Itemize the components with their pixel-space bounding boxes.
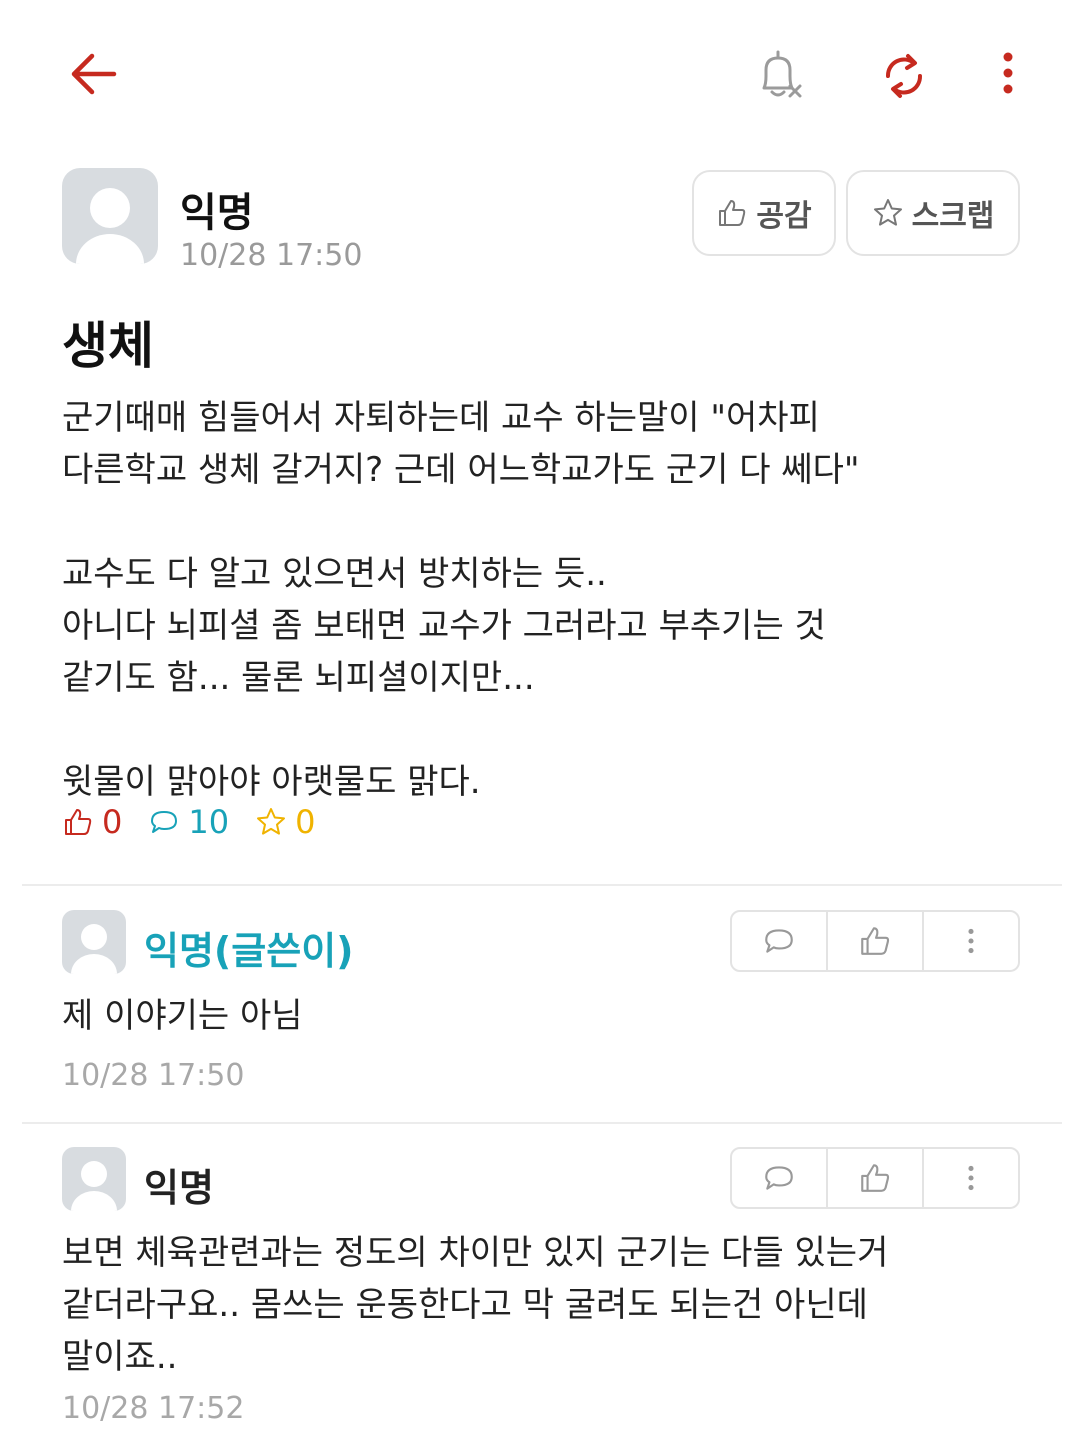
like-count: 0 (62, 803, 122, 841)
divider (22, 884, 1062, 886)
comment-text-line: 말이죠.. (62, 1337, 178, 1377)
like-count-value: 0 (102, 803, 123, 841)
scrap-button[interactable]: 스크랩 (846, 170, 1020, 256)
comment-time: 10/28 17:50 (62, 1058, 245, 1093)
comment-text: 보면 체육관련과는 정도의 차이만 있지 군기는 다들 있는거 같더라구요.. … (62, 1227, 1022, 1383)
scrap-count: 0 (255, 803, 315, 841)
post-body-line (62, 704, 1022, 756)
more-vertical-icon (968, 1165, 974, 1191)
star-icon (257, 808, 286, 835)
comment-actions (730, 910, 1020, 972)
comment-item: 익명(글쓴이) 제 이야기는 아님 10/28 17:50 (62, 910, 1022, 1100)
comment-author: 익명(글쓴이) (144, 929, 354, 973)
comment-text-line: 제 이야기는 아님 (62, 996, 303, 1036)
reply-button[interactable] (732, 912, 828, 970)
speech-bubble-icon (765, 1166, 793, 1190)
divider (22, 1122, 1062, 1124)
avatar (62, 1147, 126, 1211)
thumbs-up-icon (861, 1164, 890, 1192)
reply-button[interactable] (732, 1149, 828, 1207)
refresh-icon[interactable] (874, 46, 934, 106)
top-bar (0, 0, 1084, 140)
comment-text: 제 이야기는 아님 (62, 990, 1022, 1042)
more-vertical-icon[interactable] (988, 44, 1028, 104)
star-icon (873, 199, 902, 226)
arrow-left-icon[interactable] (62, 44, 126, 104)
post-body-line: 다른학교 생체 갈거지? 근데 어느학교가도 군기 다 쎄다" (62, 450, 860, 490)
comment-like-button[interactable] (828, 912, 924, 970)
post-body-line: 교수도 다 알고 있으면서 방치하는 듯.. (62, 554, 607, 594)
comment-more-button[interactable] (924, 1149, 1018, 1207)
comment-text-line: 같더라구요.. 몸쓰는 운동한다고 막 굴려도 되는건 아닌데 (62, 1285, 868, 1325)
user-silhouette-icon (76, 188, 144, 264)
post-time: 10/28 17:50 (180, 238, 363, 273)
comment-like-button[interactable] (828, 1149, 924, 1207)
user-silhouette-icon (71, 1161, 117, 1211)
thumbs-up-icon (719, 200, 746, 226)
post-stats: 0 10 0 (62, 800, 341, 844)
thumbs-up-icon (65, 809, 92, 835)
post-header: 익명 10/28 17:50 공감 스크랩 (62, 168, 1022, 278)
comment-actions (730, 1147, 1020, 1209)
thumbs-up-icon (861, 927, 890, 955)
scrap-count-value: 0 (295, 803, 316, 841)
post-author: 익명 (180, 190, 254, 236)
post-body-line: 군기때매 힘들어서 자퇴하는데 교수 하는말이 "어차피 (62, 398, 820, 438)
like-button-label: 공감 (756, 199, 812, 234)
avatar (62, 910, 126, 974)
speech-bubble-icon (151, 811, 178, 833)
user-silhouette-icon (71, 924, 117, 974)
comment-author: 익명 (144, 1166, 214, 1210)
comment-text-line: 보면 체육관련과는 정도의 차이만 있지 군기는 다들 있는거 (62, 1233, 889, 1273)
post-body-line: 아니다 뇌피셜 좀 보태면 교수가 그러라고 부추기는 것 (62, 606, 826, 646)
post-title: 생체 (62, 317, 154, 375)
more-vertical-icon (968, 928, 974, 954)
like-button[interactable]: 공감 (692, 170, 836, 256)
comment-item: 익명 보면 체육관련과는 정도의 차이만 있지 군기는 다들 있는거 같더라구요… (62, 1147, 1022, 1437)
scrap-button-label: 스크랩 (911, 199, 995, 234)
post-body-line (62, 496, 1022, 548)
comment-more-button[interactable] (924, 912, 1018, 970)
bell-off-icon[interactable] (748, 46, 808, 106)
comment-count: 10 (148, 803, 229, 841)
post-body-line: 같기도 함... 물론 뇌피셜이지만... (62, 658, 535, 698)
avatar (62, 168, 158, 264)
comment-count-value: 10 (188, 803, 230, 841)
speech-bubble-icon (765, 929, 793, 953)
comment-time: 10/28 17:52 (62, 1391, 245, 1426)
post-body: 군기때매 힘들어서 자퇴하는데 교수 하는말이 "어차피 다른학교 생체 갈거지… (62, 392, 1022, 808)
